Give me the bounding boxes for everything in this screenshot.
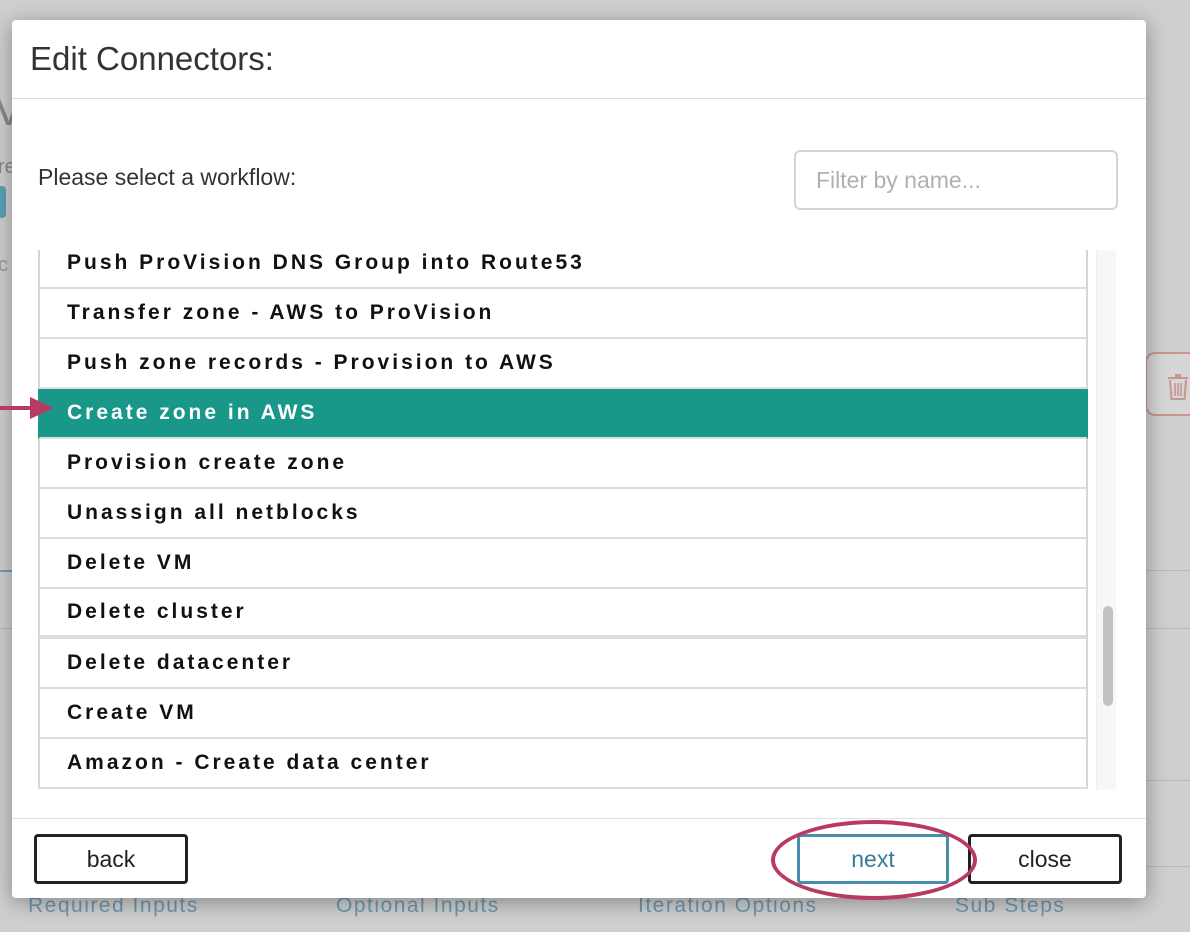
- workflow-item[interactable]: Create VM: [38, 689, 1088, 739]
- background-divider: [1146, 866, 1190, 867]
- workflow-item[interactable]: Delete datacenter: [38, 639, 1088, 689]
- background-divider: [1146, 570, 1190, 571]
- workflow-item[interactable]: Push ProVision DNS Group into Route53: [38, 250, 1088, 289]
- background-delete-button: [1145, 352, 1190, 416]
- dialog-title: Edit Connectors:: [30, 40, 274, 77]
- workflow-list-scrollbar[interactable]: [1096, 250, 1116, 790]
- back-button[interactable]: back: [34, 834, 188, 884]
- workflow-list-items: Push ProVision DNS Group into Route53 Tr…: [38, 250, 1088, 789]
- workflow-list[interactable]: Push ProVision DNS Group into Route53 Tr…: [38, 250, 1118, 790]
- workflow-item[interactable]: Unassign all netblocks: [38, 489, 1088, 539]
- background-divider: [0, 570, 12, 572]
- background-chip: [0, 186, 6, 218]
- workflow-item[interactable]: Transfer zone - AWS to ProVision: [38, 289, 1088, 339]
- workflow-item[interactable]: Push zone records - Provision to AWS: [38, 339, 1088, 389]
- workflow-item[interactable]: Provision create zone: [38, 439, 1088, 489]
- workflow-item[interactable]: Delete VM: [38, 539, 1088, 589]
- annotation-arrow-icon: [0, 397, 54, 419]
- trash-icon: [1168, 374, 1188, 400]
- background-divider: [1146, 780, 1190, 781]
- dialog-header: Edit Connectors:: [12, 20, 1146, 99]
- background-divider: [1146, 628, 1190, 629]
- filter-by-name-input[interactable]: [794, 150, 1118, 210]
- edit-connectors-dialog: Edit Connectors: Please select a workflo…: [12, 20, 1146, 898]
- workflow-item-selected[interactable]: Create zone in AWS: [38, 389, 1088, 439]
- workflow-item[interactable]: Delete cluster: [38, 589, 1088, 639]
- scrollbar-thumb[interactable]: [1103, 606, 1113, 706]
- workflow-item[interactable]: Amazon - Create data center: [38, 739, 1088, 789]
- close-button[interactable]: close: [968, 834, 1122, 884]
- annotation-highlight-ellipse: [771, 820, 977, 900]
- workflow-prompt: Please select a workflow:: [38, 164, 297, 190]
- background-divider: [0, 628, 12, 629]
- background-partial-text: c: [0, 254, 8, 276]
